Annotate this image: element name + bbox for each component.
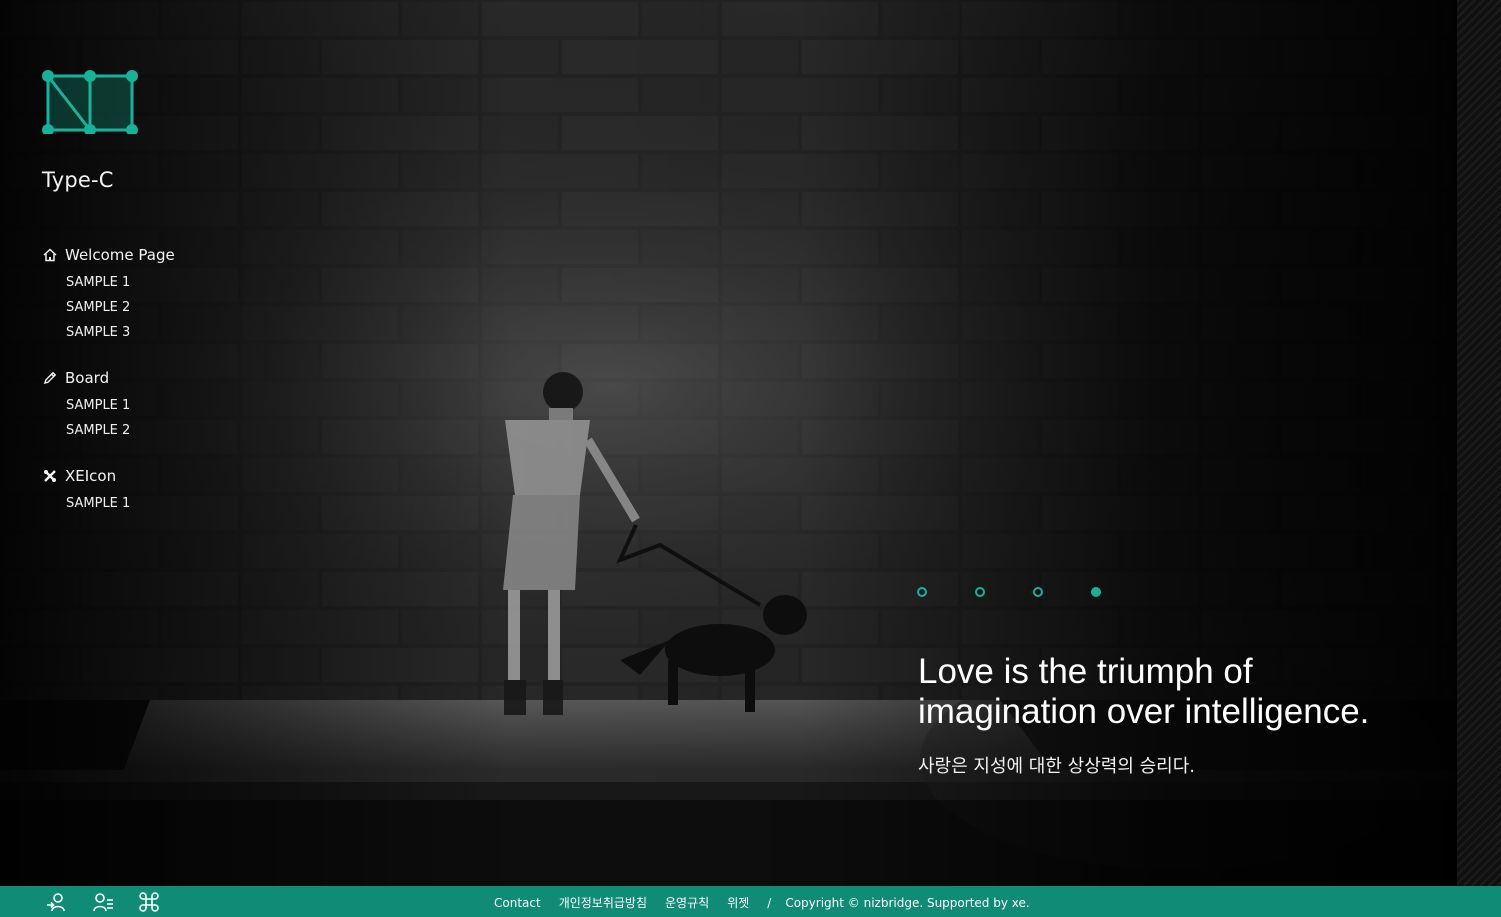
hero-quote-korean: 사랑은 지성에 대한 상상력의 승리다. xyxy=(918,756,1196,777)
footer-copyright: Copyright © nizbridge. Supported by xe. xyxy=(785,895,1030,910)
site-title[interactable]: Type-C xyxy=(42,168,114,192)
nav-group-board: Board SAMPLE 1 SAMPLE 2 xyxy=(42,367,242,447)
slider-pagination xyxy=(917,587,1101,597)
hero-quote-english: Love is the triumph of imagination over … xyxy=(918,652,1438,732)
footer-separator: / xyxy=(767,895,772,910)
nav-item-board[interactable]: Board xyxy=(42,367,242,389)
nav-subitem-sample-2[interactable]: SAMPLE 2 xyxy=(66,299,242,324)
nav-subitem-sample-3[interactable]: SAMPLE 3 xyxy=(66,324,242,349)
nav-submenu: SAMPLE 1 SAMPLE 2 xyxy=(42,397,242,447)
login-icon[interactable] xyxy=(46,891,68,913)
xeicon-icon xyxy=(42,468,58,484)
sidebar-nav: Welcome Page SAMPLE 1 SAMPLE 2 SAMPLE 3 … xyxy=(42,244,242,538)
nizbridge-logo-icon xyxy=(42,70,138,136)
nav-subitem-sample-1[interactable]: SAMPLE 1 xyxy=(66,274,242,299)
footer-link-privacy-policy[interactable]: 개인정보취급방침 xyxy=(559,894,647,911)
nav-submenu: SAMPLE 1 xyxy=(42,495,242,520)
footer-link-rules[interactable]: 운영규칙 xyxy=(665,894,709,911)
hero-quote-line-1: Love is the triumph of xyxy=(918,652,1253,691)
footer-bar: Contact 개인정보취급방침 운영규칙 위젯 / Copyright © n… xyxy=(0,886,1501,917)
nav-subitem-sample-2[interactable]: SAMPLE 2 xyxy=(66,422,242,447)
footer-links: Contact 개인정보취급방침 운영규칙 위젯 / Copyright © n… xyxy=(494,894,1030,911)
footer-icons xyxy=(46,891,160,913)
nav-item-xeicon[interactable]: XEIcon xyxy=(42,465,242,487)
decorative-stripe-edge xyxy=(1457,0,1501,886)
home-icon xyxy=(42,247,58,263)
slider-dot-3[interactable] xyxy=(1033,587,1043,597)
slider-dot-1[interactable] xyxy=(917,587,927,597)
nav-item-welcome-page[interactable]: Welcome Page xyxy=(42,244,242,266)
nav-item-label: XEIcon xyxy=(65,467,117,485)
command-icon[interactable] xyxy=(138,891,160,913)
nav-subitem-sample-1[interactable]: SAMPLE 1 xyxy=(66,397,242,422)
nav-item-label: Board xyxy=(65,369,110,387)
nav-group-xeicon: XEIcon SAMPLE 1 xyxy=(42,465,242,520)
footer-link-contact[interactable]: Contact xyxy=(494,896,541,910)
footer-link-widget[interactable]: 위젯 xyxy=(727,894,749,911)
hero-quote-line-2: imagination over intelligence. xyxy=(918,692,1370,731)
pencil-icon xyxy=(42,370,58,386)
signup-icon[interactable] xyxy=(92,891,114,913)
nav-item-label: Welcome Page xyxy=(65,246,175,264)
nav-subitem-sample-1[interactable]: SAMPLE 1 xyxy=(66,495,242,520)
hero-quote: Love is the triumph of imagination over … xyxy=(918,652,1438,778)
site-logo[interactable] xyxy=(40,68,140,136)
page: Type-C Welcome Page SAMPLE 1 SAMPLE 2 SA… xyxy=(0,0,1501,917)
slider-dot-4[interactable] xyxy=(1091,587,1101,597)
nav-group-welcome: Welcome Page SAMPLE 1 SAMPLE 2 SAMPLE 3 xyxy=(42,244,242,349)
slider-dot-2[interactable] xyxy=(975,587,985,597)
nav-submenu: SAMPLE 1 SAMPLE 2 SAMPLE 3 xyxy=(42,274,242,349)
